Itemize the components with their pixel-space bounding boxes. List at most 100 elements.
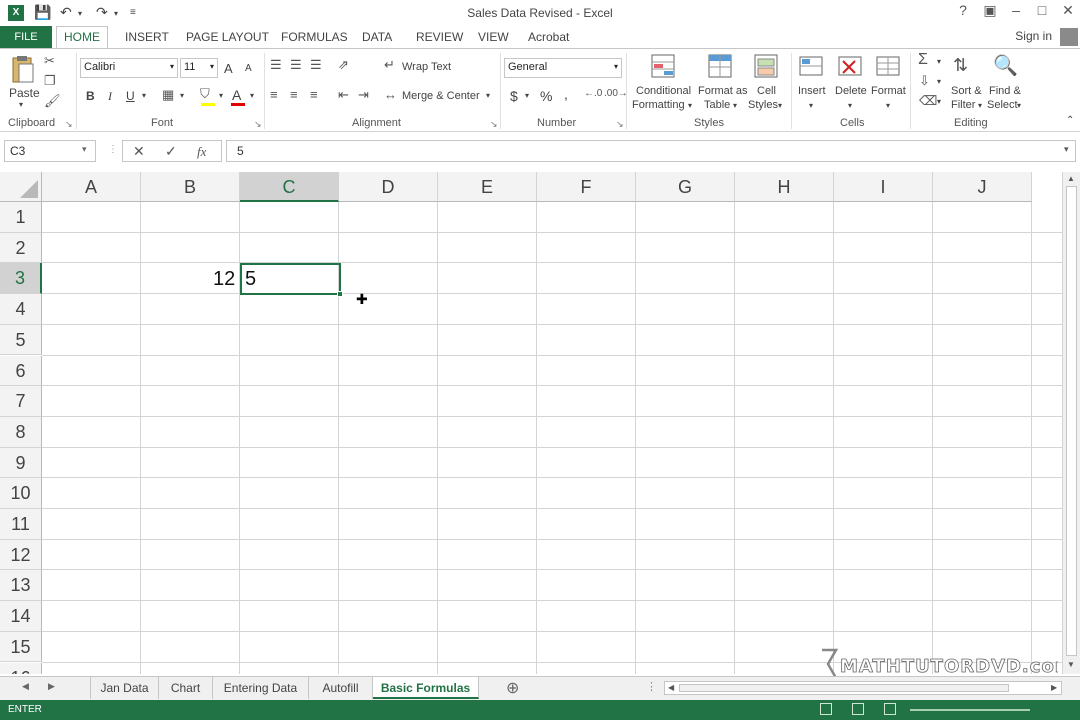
number-format-select[interactable]: General ▾ xyxy=(504,58,622,78)
bottom-align-icon[interactable]: ☰ xyxy=(310,57,322,73)
row-header-2[interactable]: 2 xyxy=(0,232,42,264)
cell-styles-label-1[interactable]: Cell xyxy=(757,85,776,97)
scroll-sheets-right-icon[interactable]: ▶ xyxy=(48,681,55,692)
fill-dropdown-icon[interactable]: ▾ xyxy=(937,77,941,86)
tab-split-grip-icon[interactable]: ⋮ xyxy=(646,680,657,693)
increase-indent-icon[interactable]: ⇥ xyxy=(358,87,369,103)
column-header-h[interactable]: H xyxy=(735,172,834,202)
tab-data[interactable]: DATA xyxy=(362,30,392,44)
fill-icon[interactable]: ⇩ xyxy=(919,73,930,89)
tab-page-layout[interactable]: PAGE LAYOUT xyxy=(186,30,269,44)
top-align-icon[interactable]: ☰ xyxy=(270,57,282,73)
chevron-down-icon[interactable]: ▾ xyxy=(82,144,87,155)
merge-center-icon[interactable]: ↔ xyxy=(384,87,397,102)
sheet-tab-basic-formulas[interactable]: Basic Formulas xyxy=(373,677,479,699)
row-header-12[interactable]: 12 xyxy=(0,539,42,571)
column-header-c[interactable]: C xyxy=(240,172,339,202)
font-color-button[interactable]: A xyxy=(232,87,241,103)
sheet-tab-jan-data[interactable]: Jan Data xyxy=(91,677,159,699)
cell-B3[interactable]: 12 xyxy=(213,268,235,291)
grow-font-button[interactable]: A xyxy=(224,61,233,76)
find-select-dropdown-icon[interactable]: ▾ xyxy=(1017,101,1021,110)
delete-button[interactable]: Delete xyxy=(835,85,867,97)
clipboard-launcher-icon[interactable]: ↘ xyxy=(65,119,73,130)
format-as-table-icon[interactable] xyxy=(707,53,735,81)
paste-icon[interactable] xyxy=(10,55,38,83)
column-header-b[interactable]: B xyxy=(141,172,240,202)
row-header-6[interactable]: 6 xyxy=(0,355,42,387)
new-sheet-icon[interactable]: ⊕ xyxy=(506,678,519,698)
clear-icon[interactable]: ⌫ xyxy=(919,93,937,109)
help-button[interactable]: ? xyxy=(951,2,975,18)
row-header-10[interactable]: 10 xyxy=(0,478,42,509)
row-header-11[interactable]: 11 xyxy=(0,509,42,540)
row-header-1[interactable]: 1 xyxy=(0,202,42,233)
currency-button[interactable]: $ xyxy=(510,88,518,104)
row-header-9[interactable]: 9 xyxy=(0,447,42,479)
format-cells-icon[interactable] xyxy=(875,53,903,81)
wrap-text-icon[interactable]: ↵ xyxy=(384,57,395,73)
column-header-f[interactable]: F xyxy=(537,172,636,202)
font-name-select[interactable]: Calibri ▾ xyxy=(80,58,178,78)
close-button[interactable]: ✕ xyxy=(1056,2,1080,19)
vertical-scrollbar[interactable]: ▲ ▼ xyxy=(1062,172,1080,674)
find-select-label-2[interactable]: Select xyxy=(987,99,1018,111)
find-select-icon[interactable]: 🔍 xyxy=(993,53,1018,78)
conditional-formatting-dropdown-icon[interactable]: ▾ xyxy=(688,101,692,110)
cell-styles-label-2[interactable]: Styles xyxy=(748,99,778,111)
underline-dropdown-icon[interactable]: ▾ xyxy=(142,91,146,100)
currency-dropdown-icon[interactable]: ▾ xyxy=(525,91,529,100)
row-header-8[interactable]: 8 xyxy=(0,416,42,448)
row-header-5[interactable]: 5 xyxy=(0,324,42,356)
formula-input[interactable]: 5 xyxy=(226,140,1076,162)
row-header-15[interactable]: 15 xyxy=(0,631,42,663)
format-as-table-label-2[interactable]: Table xyxy=(704,99,730,111)
column-header-g[interactable]: G xyxy=(636,172,735,202)
scroll-right-icon[interactable]: ▶ xyxy=(1051,683,1057,692)
conditional-formatting-label-2[interactable]: Formatting xyxy=(632,99,685,111)
comma-button[interactable]: , xyxy=(564,86,568,102)
column-header-j[interactable]: J xyxy=(933,172,1032,202)
delete-cells-icon[interactable] xyxy=(837,53,865,81)
sign-in-link[interactable]: Sign in xyxy=(1015,29,1052,43)
minimize-button[interactable]: – xyxy=(1004,2,1028,18)
horizontal-scrollbar[interactable]: ◀ ▶ xyxy=(664,681,1062,695)
wrap-text-button[interactable]: Wrap Text xyxy=(402,61,451,73)
autosum-dropdown-icon[interactable]: ▾ xyxy=(937,57,941,66)
scroll-left-icon[interactable]: ◀ xyxy=(668,683,674,692)
format-dropdown-icon[interactable]: ▾ xyxy=(886,101,890,110)
normal-view-icon[interactable] xyxy=(820,703,832,715)
tab-review[interactable]: REVIEW xyxy=(416,30,463,44)
borders-icon[interactable]: ▦ xyxy=(162,87,174,103)
autosum-icon[interactable]: Σ xyxy=(918,51,928,69)
sort-filter-dropdown-icon[interactable]: ▾ xyxy=(978,101,982,110)
fill-color-dropdown-icon[interactable]: ▾ xyxy=(219,91,223,100)
confirm-entry-icon[interactable]: ✓ xyxy=(165,143,177,160)
font-color-dropdown-icon[interactable]: ▾ xyxy=(250,91,254,100)
row-header-13[interactable]: 13 xyxy=(0,570,42,602)
orientation-icon[interactable]: ⇗ xyxy=(338,57,349,73)
vertical-scroll-thumb[interactable] xyxy=(1066,186,1077,656)
format-painter-icon[interactable]: 🖌 xyxy=(44,93,61,109)
scroll-down-icon[interactable]: ▼ xyxy=(1067,660,1075,669)
collapse-ribbon-icon[interactable]: ⌃ xyxy=(1066,115,1074,126)
paste-label[interactable]: Paste xyxy=(9,86,40,100)
align-right-icon[interactable]: ≡ xyxy=(310,87,318,102)
format-as-table-dropdown-icon[interactable]: ▾ xyxy=(733,101,737,110)
sort-filter-label-2[interactable]: Filter xyxy=(951,99,975,111)
column-header-e[interactable]: E xyxy=(438,172,537,202)
copy-icon[interactable]: ❐ xyxy=(44,73,56,89)
row-header-16[interactable]: 16 xyxy=(0,662,42,674)
underline-button[interactable]: U xyxy=(126,89,135,103)
paste-dropdown-icon[interactable]: ▾ xyxy=(19,100,23,109)
fill-handle[interactable] xyxy=(337,291,343,297)
font-launcher-icon[interactable]: ↘ xyxy=(254,119,262,130)
number-launcher-icon[interactable]: ↘ xyxy=(616,119,624,130)
worksheet-grid[interactable]: ABCDEFGHIJ 12345678910111213141516 12 5 … xyxy=(0,172,1080,674)
format-as-table-label-1[interactable]: Format as xyxy=(698,85,748,97)
increase-decimal-icon[interactable]: ←.0 xyxy=(584,88,602,99)
sort-filter-label-1[interactable]: Sort & xyxy=(951,85,982,97)
borders-dropdown-icon[interactable]: ▾ xyxy=(180,91,184,100)
tab-home[interactable]: HOME xyxy=(56,26,108,49)
zoom-slider[interactable] xyxy=(910,709,1030,711)
